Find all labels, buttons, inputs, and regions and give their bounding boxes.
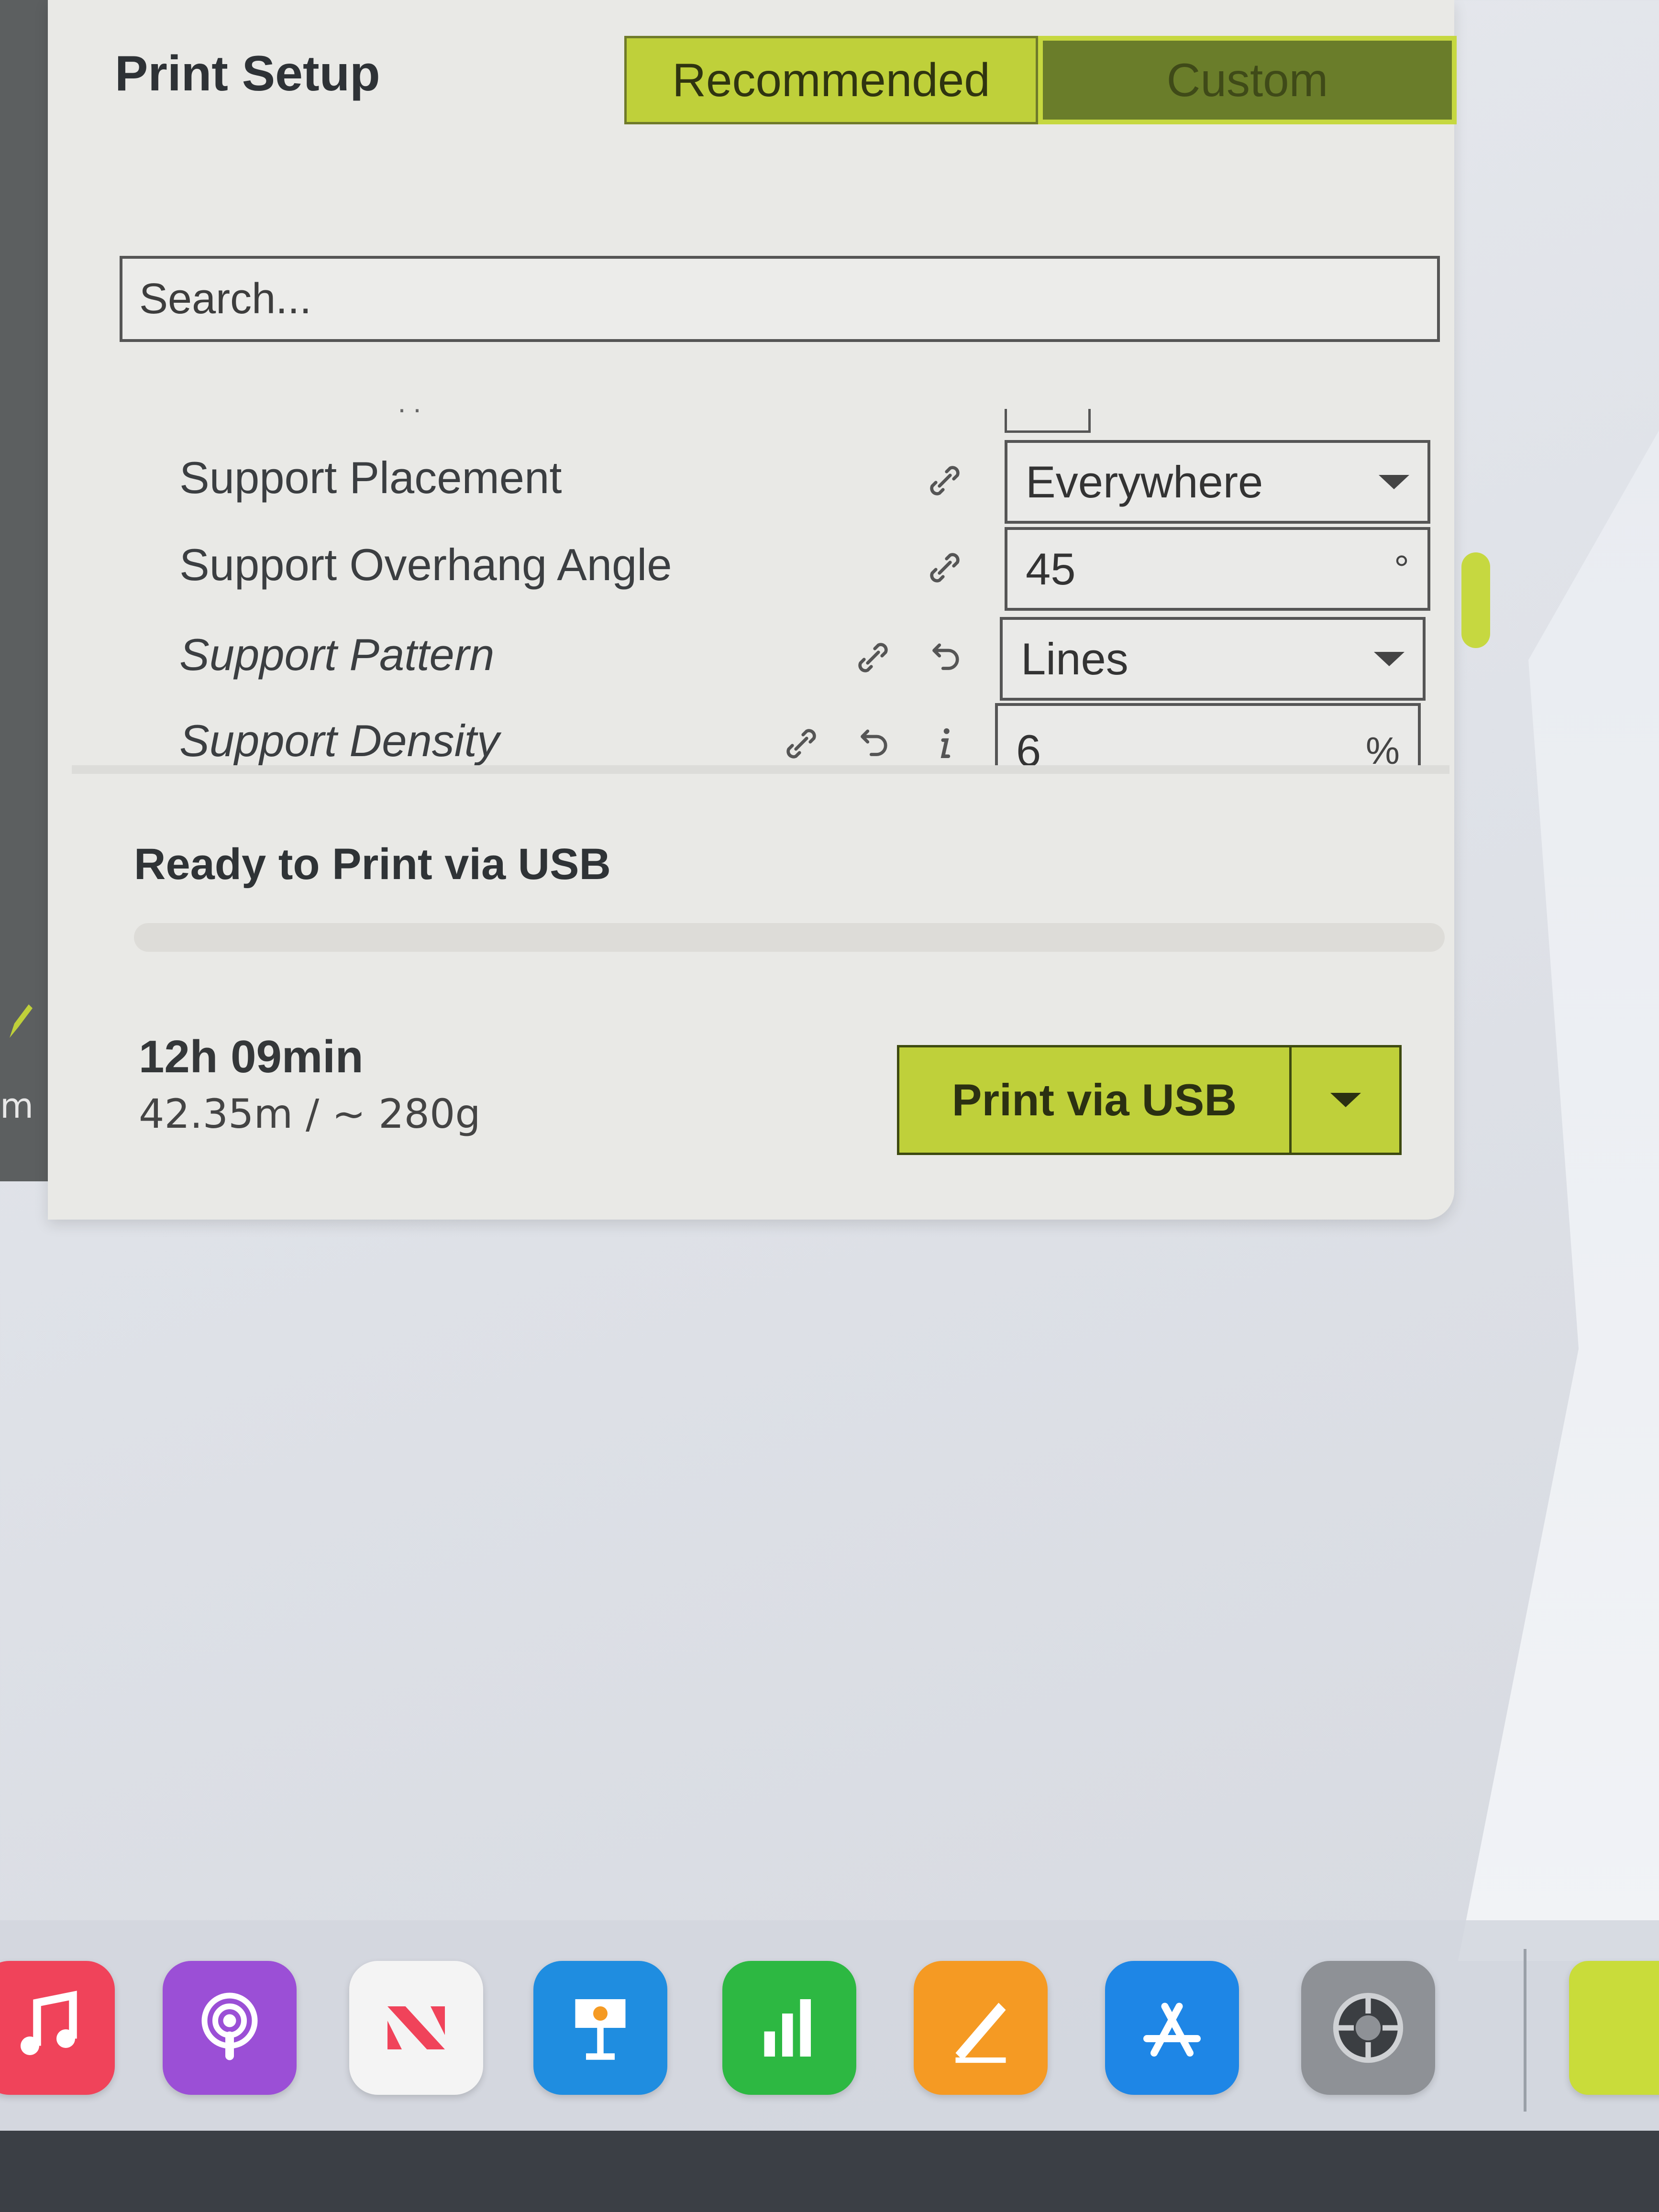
support-pattern-dropdown[interactable]: Lines xyxy=(1000,617,1426,701)
info-icon[interactable] xyxy=(923,722,966,765)
dock-numbers[interactable] xyxy=(722,1961,856,2095)
chevron-down-icon xyxy=(1379,474,1409,489)
dock-keynote[interactable] xyxy=(533,1961,667,2095)
link-icon[interactable] xyxy=(852,636,895,679)
setting-label: Support Density xyxy=(179,715,499,766)
chevron-down-icon xyxy=(1330,1093,1361,1107)
tab-custom[interactable]: Custom xyxy=(1038,36,1457,124)
pages-icon xyxy=(955,2003,1006,2063)
support-density-input[interactable]: 6 % xyxy=(995,703,1421,770)
music-icon xyxy=(21,1991,77,2055)
monitor-bezel xyxy=(0,2131,1659,2212)
progress-bar xyxy=(134,923,1445,952)
dock-news[interactable] xyxy=(349,1961,483,2095)
setting-label: Support Pattern xyxy=(179,629,495,680)
link-icon[interactable] xyxy=(780,722,823,765)
left-unit-fragment: m xyxy=(0,1086,34,1126)
numbers-icon xyxy=(764,1999,811,2057)
dock-podcasts[interactable] xyxy=(163,1961,297,2095)
support-overhang-angle-value: 45 xyxy=(1026,543,1076,594)
dock-separator xyxy=(1524,1949,1526,2112)
podcasts-icon xyxy=(201,1992,258,2060)
section-divider xyxy=(72,765,1449,774)
dock-music[interactable] xyxy=(0,1961,115,2095)
print-time: 12h 09min xyxy=(139,1031,364,1082)
settings-gear-icon xyxy=(1333,1992,1404,2063)
status-message: Ready to Print via USB xyxy=(134,840,611,889)
keynote-icon xyxy=(575,1999,626,2060)
setting-row-support-pattern: Support Pattern Lines xyxy=(48,617,1454,701)
support-density-value: 6 xyxy=(1016,726,1041,770)
setting-label: Support Overhang Angle xyxy=(179,539,672,590)
chevron-down-icon xyxy=(1374,651,1405,666)
print-setup-panel: Print Setup Recommended Custom Search...… xyxy=(48,0,1490,1220)
dock xyxy=(0,1920,1659,2131)
link-icon[interactable] xyxy=(923,459,966,502)
mode-tabs: Recommended Custom xyxy=(624,36,1457,124)
tab-recommended[interactable]: Recommended xyxy=(624,36,1038,124)
support-placement-value: Everywhere xyxy=(1026,456,1263,507)
app-store-icon xyxy=(1143,2003,1201,2057)
print-button-label: Print via USB xyxy=(951,1075,1237,1125)
link-icon[interactable] xyxy=(923,546,966,589)
pencil-icon[interactable] xyxy=(5,1000,33,1043)
setting-row-support-density: Support Density 6 % xyxy=(48,703,1454,770)
percent-unit: % xyxy=(1365,729,1400,770)
reset-icon[interactable] xyxy=(852,722,895,765)
panel-title: Print Setup xyxy=(115,46,380,101)
dock-pages[interactable] xyxy=(914,1961,1048,2095)
setting-row-support-overhang-angle: Support Overhang Angle 45 ° xyxy=(48,527,1454,611)
degree-unit: ° xyxy=(1394,547,1409,590)
dock-app-store[interactable] xyxy=(1105,1961,1239,2095)
support-pattern-value: Lines xyxy=(1021,633,1128,684)
setting-label: Support Placement xyxy=(179,452,562,503)
collapsed-indicator: ·· xyxy=(397,393,428,425)
setting-row-support-placement: Support Placement Everywhere xyxy=(48,440,1454,524)
search-placeholder: Search... xyxy=(139,275,312,323)
dock-app-partial[interactable] xyxy=(1569,1961,1659,2095)
print-options-dropdown[interactable] xyxy=(1289,1047,1399,1153)
previous-field-stub xyxy=(1005,409,1091,433)
desktop-wallpaper xyxy=(1458,430,1659,1961)
support-overhang-angle-input[interactable]: 45 ° xyxy=(1005,527,1430,611)
dock-system-settings[interactable] xyxy=(1301,1961,1435,2095)
support-placement-dropdown[interactable]: Everywhere xyxy=(1005,440,1430,524)
reset-icon[interactable] xyxy=(923,636,966,679)
news-icon xyxy=(387,2006,445,2049)
settings-scrollbar[interactable] xyxy=(1461,552,1490,648)
material-usage: 42.35m / ~ 280g xyxy=(139,1090,481,1137)
print-via-usb-button[interactable]: Print via USB xyxy=(897,1045,1402,1155)
search-input[interactable]: Search... xyxy=(120,256,1440,342)
